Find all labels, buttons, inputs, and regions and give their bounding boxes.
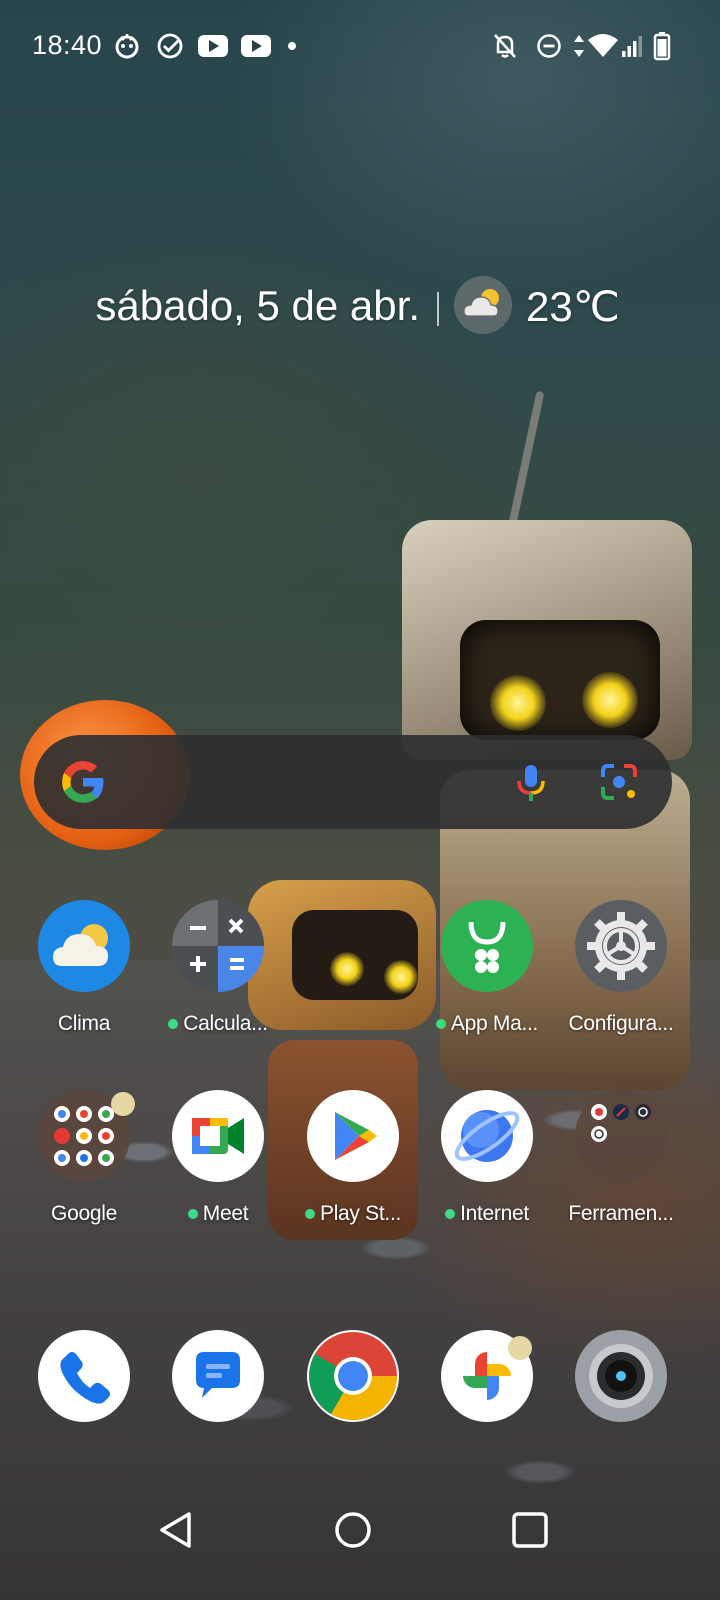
wallpaper-antenna — [507, 390, 545, 530]
dock-camera[interactable] — [554, 1330, 688, 1430]
calculator-icon — [172, 900, 264, 992]
settings-gear-icon — [575, 900, 667, 992]
meet-icon — [172, 1090, 264, 1182]
app-play-store[interactable]: Play St... — [286, 1090, 420, 1250]
new-app-dot — [187, 1209, 198, 1219]
wallpaper-robot-eye — [330, 952, 364, 986]
tools-folder-icon — [575, 1090, 667, 1182]
new-app-dot — [435, 1019, 446, 1029]
new-app-dot — [445, 1209, 456, 1219]
app-label: Internet — [420, 1202, 554, 1226]
app-internet[interactable]: Internet — [420, 1090, 554, 1250]
dot-icon — [285, 30, 299, 62]
camera-icon — [575, 1330, 667, 1422]
phone-icon — [38, 1330, 130, 1422]
dock-chrome[interactable] — [286, 1330, 420, 1430]
dock-photos[interactable] — [420, 1330, 554, 1430]
wallpaper-robot-eye — [490, 675, 546, 731]
battery-icon — [650, 30, 674, 62]
internet-browser-icon — [441, 1090, 533, 1182]
chrome-icon — [307, 1330, 399, 1422]
youtube-icon — [240, 30, 272, 62]
app-market-icon — [441, 900, 533, 992]
at-a-glance-widget[interactable]: sábado, 5 de abr. 23℃ — [0, 272, 720, 344]
app-label: App Ma... — [420, 1012, 554, 1036]
glance-divider — [437, 292, 439, 326]
weather-icon — [38, 900, 130, 992]
app-label: Play St... — [286, 1202, 420, 1226]
wallpaper-robot-eye — [384, 960, 418, 994]
app-label: Calcula... — [151, 1012, 285, 1036]
dock-messages[interactable] — [151, 1330, 285, 1430]
app-app-market[interactable]: App Ma... — [420, 900, 554, 1060]
app-folder-tools[interactable]: Ferramen... — [554, 1090, 688, 1250]
new-app-dot — [304, 1209, 315, 1219]
messages-icon — [172, 1330, 264, 1422]
wifi-icon — [586, 30, 620, 62]
recents-icon[interactable] — [500, 1500, 560, 1560]
app-label: Configura... — [568, 1012, 674, 1035]
data-arrows-icon — [572, 30, 586, 62]
back-icon[interactable] — [146, 1500, 206, 1560]
app-label: Clima — [57, 1012, 111, 1035]
home-icon[interactable] — [323, 1500, 383, 1560]
wallpaper-robot-eye — [582, 672, 638, 728]
do-not-disturb-icon — [534, 30, 564, 62]
dock-phone[interactable] — [17, 1330, 151, 1430]
app-meet[interactable]: Meet — [151, 1090, 285, 1250]
notification-badge — [508, 1336, 532, 1360]
mascot-icon — [110, 30, 144, 62]
new-app-dot — [168, 1019, 179, 1029]
notifications-off-icon — [490, 30, 520, 62]
youtube-icon — [197, 30, 229, 62]
status-bar[interactable]: 18:40 — [0, 0, 720, 96]
google-g-icon — [58, 757, 108, 807]
app-label: Meet — [151, 1202, 285, 1226]
play-store-icon — [307, 1090, 399, 1182]
app-label: Ferramen... — [568, 1202, 674, 1225]
glance-temperature[interactable]: 23℃ — [526, 282, 620, 331]
app-folder-google[interactable]: Google — [17, 1090, 151, 1250]
app-label: Google — [51, 1202, 117, 1225]
google-lens-icon[interactable] — [594, 757, 644, 807]
app-calculator[interactable]: Calcula... — [151, 900, 285, 1060]
google-search-bar[interactable] — [34, 735, 672, 829]
glance-date[interactable]: sábado, 5 de abr. — [95, 282, 420, 330]
status-time: 18:40 — [32, 30, 103, 60]
navigation-bar — [0, 1480, 720, 1600]
microphone-icon[interactable] — [506, 757, 556, 807]
partly-cloudy-icon[interactable] — [454, 276, 512, 334]
app-clima[interactable]: Clima — [17, 900, 151, 1060]
signal-icon — [620, 30, 644, 62]
check-circle-icon — [155, 30, 185, 62]
notification-badge — [111, 1092, 135, 1116]
app-settings[interactable]: Configura... — [554, 900, 688, 1060]
